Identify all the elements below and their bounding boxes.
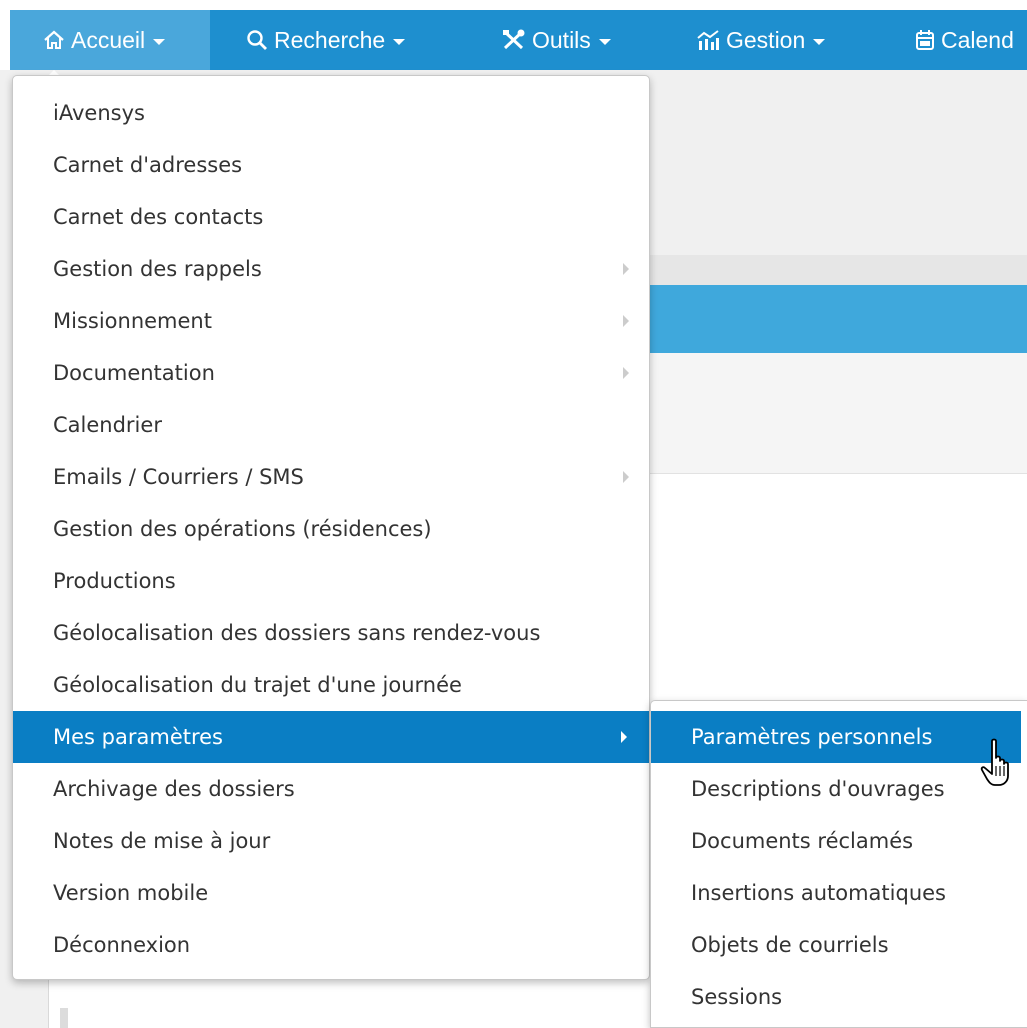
- menu-item-emails[interactable]: Emails / Courriers / SMS: [13, 451, 649, 503]
- submenu-item-label: Insertions automatiques: [691, 881, 946, 905]
- submenu-item-label: Documents réclamés: [691, 829, 914, 853]
- menu-item-label: Missionnement: [53, 309, 212, 333]
- submenu-item-label: Paramètres personnels: [691, 725, 933, 749]
- menu-item-iavensys[interactable]: iAvensys: [13, 87, 649, 139]
- menu-item-archivage[interactable]: Archivage des dossiers: [13, 763, 649, 815]
- chevron-right-icon: [621, 731, 627, 743]
- menu-item-label: Carnet d'adresses: [53, 153, 243, 177]
- menu-item-label: Archivage des dossiers: [53, 777, 295, 801]
- menu-item-label: Notes de mise à jour: [53, 829, 271, 853]
- menu-item-deconnexion[interactable]: Déconnexion: [13, 919, 649, 971]
- menu-item-calendrier[interactable]: Calendrier: [13, 399, 649, 451]
- nav-outils[interactable]: Outils: [502, 10, 611, 70]
- menu-item-gestion-rappels[interactable]: Gestion des rappels: [13, 243, 649, 295]
- menu-item-gestion-operations[interactable]: Gestion des opérations (résidences): [13, 503, 649, 555]
- nav-label: Recherche: [274, 26, 386, 53]
- menu-item-productions[interactable]: Productions: [13, 555, 649, 607]
- mes-parametres-submenu: Paramètres personnels Descriptions d'ouv…: [650, 700, 1027, 1028]
- submenu-item-insertions-automatiques[interactable]: Insertions automatiques: [651, 867, 1021, 919]
- menu-item-label: Déconnexion: [53, 933, 191, 957]
- chevron-down-icon: [598, 38, 611, 45]
- nav-gestion[interactable]: Gestion: [696, 10, 826, 70]
- menu-item-geoloc-dossiers[interactable]: Géolocalisation des dossiers sans rendez…: [13, 607, 649, 659]
- menu-item-notes-maj[interactable]: Notes de mise à jour: [13, 815, 649, 867]
- nav-accueil[interactable]: Accueil: [10, 10, 210, 70]
- menu-item-label: Carnet des contacts: [53, 205, 264, 229]
- menu-item-version-mobile[interactable]: Version mobile: [13, 867, 649, 919]
- accueil-dropdown-menu: iAvensys Carnet d'adresses Carnet des co…: [12, 75, 650, 980]
- menu-item-label: Gestion des rappels: [53, 257, 262, 281]
- menu-item-label: Productions: [53, 569, 176, 593]
- scrollbar-fragment: [60, 1008, 68, 1028]
- chevron-right-icon: [623, 263, 629, 275]
- hand-pointer-icon: [980, 738, 1009, 786]
- submenu-item-label: Objets de courriels: [691, 933, 889, 957]
- submenu-item-objets-courriels[interactable]: Objets de courriels: [651, 919, 1021, 971]
- chart-icon: [696, 29, 720, 51]
- menu-item-label: Géolocalisation du trajet d'une journée: [53, 673, 462, 697]
- chevron-down-icon: [813, 38, 826, 45]
- menu-item-carnet-adresses[interactable]: Carnet d'adresses: [13, 139, 649, 191]
- top-navbar: Accueil Recherche Outils Gestion Calend: [10, 10, 1027, 79]
- nav-label: Outils: [532, 26, 591, 53]
- menu-item-documentation[interactable]: Documentation: [13, 347, 649, 399]
- background-header-bar: [650, 285, 1027, 353]
- submenu-item-label: Descriptions d'ouvrages: [691, 777, 945, 801]
- menu-item-carnet-contacts[interactable]: Carnet des contacts: [13, 191, 649, 243]
- submenu-item-sessions[interactable]: Sessions: [651, 971, 1021, 1023]
- tools-icon: [502, 29, 526, 51]
- chevron-right-icon: [623, 471, 629, 483]
- background-band: [650, 255, 1027, 285]
- calendar-icon: [915, 29, 935, 51]
- background-band: [650, 353, 1027, 474]
- menu-item-missionnement[interactable]: Missionnement: [13, 295, 649, 347]
- menu-item-label: Gestion des opérations (résidences): [53, 517, 432, 541]
- chevron-down-icon: [153, 38, 166, 45]
- submenu-item-descriptions-ouvrages[interactable]: Descriptions d'ouvrages: [651, 763, 1021, 815]
- menu-item-label: Calendrier: [53, 413, 162, 437]
- submenu-item-parametres-personnels[interactable]: Paramètres personnels: [651, 711, 1021, 763]
- chevron-right-icon: [623, 315, 629, 327]
- menu-item-label: Mes paramètres: [53, 725, 223, 749]
- menu-item-label: Géolocalisation des dossiers sans rendez…: [53, 621, 541, 645]
- home-icon: [43, 30, 65, 50]
- chevron-down-icon: [393, 38, 406, 45]
- menu-item-geoloc-trajet[interactable]: Géolocalisation du trajet d'une journée: [13, 659, 649, 711]
- nav-recherche[interactable]: Recherche: [246, 10, 406, 70]
- nav-calendrier[interactable]: Calend: [915, 10, 1014, 70]
- submenu-item-label: Sessions: [691, 985, 783, 1009]
- menu-item-label: iAvensys: [53, 101, 145, 125]
- nav-label: Calend: [941, 26, 1014, 53]
- menu-item-mes-parametres[interactable]: Mes paramètres: [13, 711, 649, 763]
- nav-label: Gestion: [726, 26, 806, 53]
- menu-item-label: Documentation: [53, 361, 215, 385]
- submenu-item-documents-reclames[interactable]: Documents réclamés: [651, 815, 1021, 867]
- search-icon: [246, 29, 268, 51]
- menu-item-label: Version mobile: [53, 881, 209, 905]
- nav-label: Accueil: [71, 26, 146, 53]
- menu-item-label: Emails / Courriers / SMS: [53, 465, 304, 489]
- chevron-right-icon: [623, 367, 629, 379]
